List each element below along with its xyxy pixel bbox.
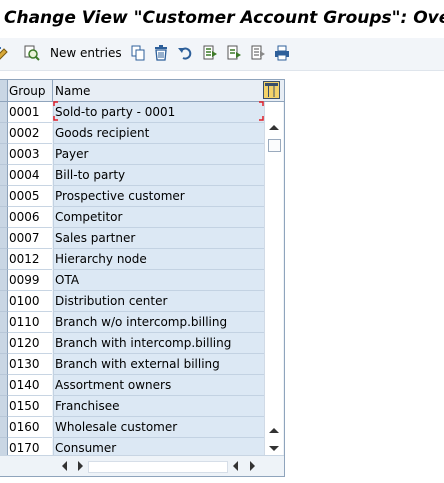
group-cell: 0006 <box>8 207 52 228</box>
group-cell: 0002 <box>8 123 52 144</box>
group-cell: 0150 <box>8 396 52 417</box>
horizontal-scroll-track[interactable] <box>88 461 228 473</box>
column-header-group[interactable]: Group <box>9 84 51 98</box>
table-row[interactable]: 0100 Distribution center <box>0 291 264 312</box>
row-selector[interactable] <box>0 270 8 291</box>
table-row[interactable]: 0150 Franchisee <box>0 396 264 417</box>
new-entries-button[interactable]: New entries <box>50 46 122 60</box>
print-icon[interactable] <box>274 45 290 61</box>
table-row[interactable]: 0004 Bill-to party <box>0 165 264 186</box>
application-toolbar: New entries <box>0 38 444 71</box>
table-row[interactable]: 0002 Goods recipient <box>0 123 264 144</box>
row-selector[interactable] <box>0 396 8 417</box>
group-cell: 0140 <box>8 375 52 396</box>
window-title: Change View "Customer Account Groups": O… <box>4 8 444 28</box>
table-row[interactable]: 0160 Wholesale customer <box>0 417 264 438</box>
row-selector[interactable] <box>0 144 8 165</box>
table-body: 0001 Sold-to party - 0001 0002 Goods recip… <box>0 102 264 459</box>
title-bar: Change View "Customer Account Groups": O… <box>0 0 444 38</box>
row-selector[interactable] <box>0 186 8 207</box>
select-block-icon[interactable] <box>226 45 242 61</box>
group-cell: 0007 <box>8 228 52 249</box>
name-cell[interactable]: Wholesale customer <box>53 417 264 438</box>
name-cell[interactable]: Bill-to party <box>53 165 264 186</box>
display-change-icon[interactable] <box>0 45 10 61</box>
column-configuration-icon[interactable] <box>263 81 280 99</box>
group-cell: 0110 <box>8 312 52 333</box>
row-selector[interactable] <box>0 417 8 438</box>
where-used-icon[interactable] <box>24 45 40 61</box>
scroll-right-icon[interactable] <box>78 461 84 471</box>
row-selector[interactable] <box>0 291 8 312</box>
deselect-all-icon[interactable] <box>250 45 266 61</box>
table-header: Group Name <box>0 80 284 102</box>
table-row[interactable]: 0130 Branch with external billing <box>0 354 264 375</box>
name-cell[interactable]: Sales partner <box>53 228 264 249</box>
row-selector[interactable] <box>0 354 8 375</box>
scroll-down-icon[interactable] <box>269 445 279 452</box>
cell-focus-marker <box>53 101 264 121</box>
column-header-name[interactable]: Name <box>55 84 90 98</box>
row-selector[interactable] <box>0 249 8 270</box>
table-row[interactable]: 0012 Hierarchy node <box>0 249 264 270</box>
group-cell: 0004 <box>8 165 52 186</box>
scrollbar-thumb[interactable] <box>268 139 281 152</box>
customer-account-groups-table: Group Name 0001 Sold-to party - 0001 0002… <box>0 79 285 477</box>
group-cell: 0001 <box>8 102 52 123</box>
row-selector[interactable] <box>0 312 8 333</box>
column-divider <box>52 80 53 101</box>
name-cell[interactable]: Goods recipient <box>53 123 264 144</box>
table-row[interactable]: 0006 Competitor <box>0 207 264 228</box>
table-row[interactable]: 0003 Payer <box>0 144 264 165</box>
name-cell[interactable]: OTA <box>53 270 264 291</box>
table-row[interactable]: 0120 Branch with intercomp.billing <box>0 333 264 354</box>
row-selector[interactable] <box>0 333 8 354</box>
table-row[interactable]: 0005 Prospective customer <box>0 186 264 207</box>
row-selector[interactable] <box>0 207 8 228</box>
row-selector[interactable] <box>0 228 8 249</box>
group-cell: 0012 <box>8 249 52 270</box>
group-cell: 0100 <box>8 291 52 312</box>
name-cell[interactable]: Assortment owners <box>53 375 264 396</box>
row-selector[interactable] <box>0 375 8 396</box>
scroll-right-end-icon[interactable] <box>250 461 256 471</box>
row-selector[interactable] <box>0 165 8 186</box>
group-cell: 0120 <box>8 333 52 354</box>
group-cell: 0160 <box>8 417 52 438</box>
delete-icon[interactable] <box>153 45 169 61</box>
name-cell[interactable]: Franchisee <box>53 396 264 417</box>
table-row[interactable]: 0007 Sales partner <box>0 228 264 249</box>
table-row[interactable]: 0099 OTA <box>0 270 264 291</box>
copy-icon[interactable] <box>130 45 146 61</box>
name-cell[interactable]: Branch with external billing <box>53 354 264 375</box>
name-cell[interactable]: Prospective customer <box>53 186 264 207</box>
table-row[interactable]: 0110 Branch w/o intercomp.billing <box>0 312 264 333</box>
name-cell[interactable]: Distribution center <box>53 291 264 312</box>
select-all-icon[interactable] <box>202 45 218 61</box>
name-cell[interactable]: Branch w/o intercomp.billing <box>53 312 264 333</box>
group-cell: 0130 <box>8 354 52 375</box>
scroll-left-icon[interactable] <box>61 461 67 471</box>
row-selector[interactable] <box>0 102 8 123</box>
group-cell: 0005 <box>8 186 52 207</box>
scroll-left-end-icon[interactable] <box>232 461 238 471</box>
vertical-scrollbar[interactable] <box>264 102 283 455</box>
horizontal-scrollbar[interactable] <box>0 455 284 476</box>
select-all-rows-button[interactable] <box>0 80 8 101</box>
group-cell: 0099 <box>8 270 52 291</box>
name-cell[interactable]: Hierarchy node <box>53 249 264 270</box>
scroll-up-icon[interactable] <box>269 124 279 131</box>
name-cell[interactable]: Payer <box>53 144 264 165</box>
name-cell[interactable]: Branch with intercomp.billing <box>53 333 264 354</box>
name-cell[interactable]: Competitor <box>53 207 264 228</box>
undo-icon[interactable] <box>177 45 193 61</box>
group-cell: 0003 <box>8 144 52 165</box>
scroll-up-bottom-icon[interactable] <box>269 427 279 434</box>
row-selector[interactable] <box>0 123 8 144</box>
table-row[interactable]: 0140 Assortment owners <box>0 375 264 396</box>
